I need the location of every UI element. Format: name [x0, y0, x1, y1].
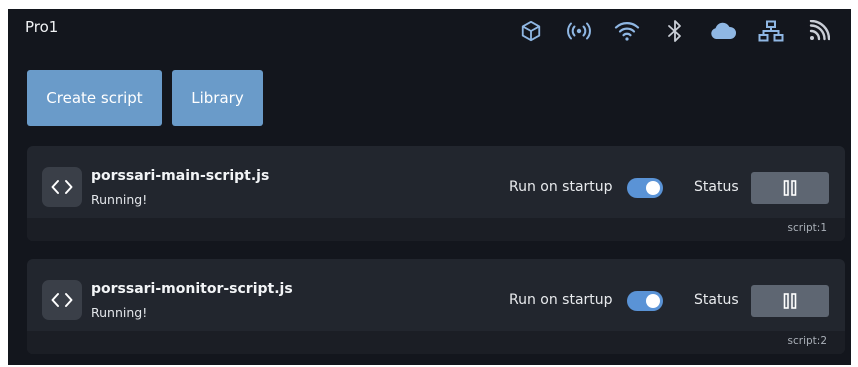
pause-icon [783, 293, 797, 309]
pause-button[interactable] [751, 285, 829, 317]
library-button[interactable]: Library [172, 70, 263, 126]
code-icon [42, 280, 82, 320]
pause-icon [783, 180, 797, 196]
create-script-button[interactable]: Create script [27, 70, 162, 126]
network-icon[interactable] [747, 17, 795, 45]
status-label: Status [694, 292, 739, 308]
cube-icon[interactable] [507, 17, 555, 45]
script-card: porssari-main-script.js Running! Run on … [27, 146, 845, 241]
script-id: script:1 [787, 222, 827, 234]
device-title: Pro1 [25, 18, 59, 36]
toggle-knob [646, 294, 660, 308]
script-id: script:2 [787, 335, 827, 347]
script-card-footer: script:2 [27, 331, 845, 354]
run-on-startup-toggle[interactable] [627, 291, 663, 311]
cloud-icon[interactable] [699, 17, 747, 45]
status-label: Status [694, 179, 739, 195]
header-bar: Pro1 [8, 9, 851, 51]
run-on-startup-label: Run on startup [509, 292, 613, 308]
script-card-footer: script:1 [27, 218, 845, 241]
broadcast-icon[interactable] [555, 17, 603, 45]
pause-button[interactable] [751, 172, 829, 204]
code-icon [42, 167, 82, 207]
wifi-icon[interactable] [603, 17, 651, 45]
script-card: porssari-monitor-script.js Running! Run … [27, 259, 845, 354]
header-icons [507, 17, 843, 45]
script-card-body: porssari-monitor-script.js Running! Run … [27, 259, 845, 331]
run-on-startup-label: Run on startup [509, 179, 613, 195]
script-name[interactable]: porssari-main-script.js [91, 168, 269, 184]
script-running-status: Running! [91, 305, 148, 320]
script-card-body: porssari-main-script.js Running! Run on … [27, 146, 845, 218]
rss-icon[interactable] [795, 17, 843, 45]
app-window: Pro1 Create script Library porssari-main… [8, 9, 851, 365]
toggle-knob [646, 181, 660, 195]
script-running-status: Running! [91, 192, 148, 207]
bluetooth-icon[interactable] [651, 17, 699, 45]
script-name[interactable]: porssari-monitor-script.js [91, 281, 293, 297]
run-on-startup-toggle[interactable] [627, 178, 663, 198]
